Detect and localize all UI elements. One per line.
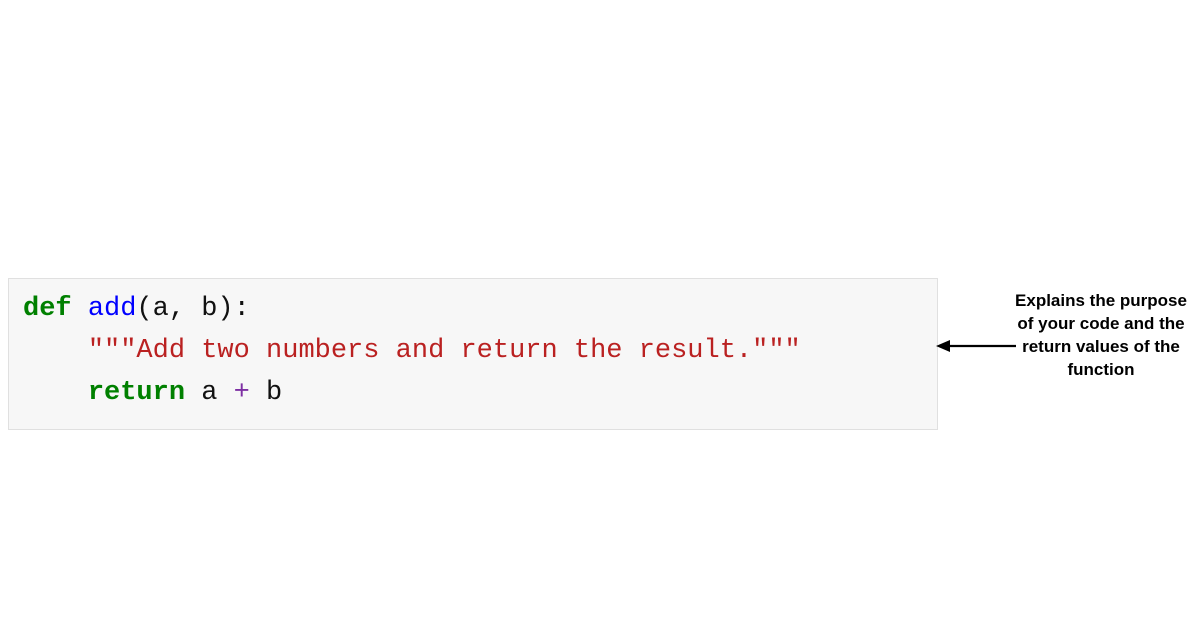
keyword-def: def [23,294,72,324]
indent [23,378,88,408]
code-line-2: """Add two numbers and return the result… [23,331,923,373]
code-line-1: def add(a, b): [23,289,923,331]
function-name: add [88,294,137,324]
arrow-icon [936,338,1016,354]
keyword-return: return [88,378,185,408]
space [185,378,201,408]
params: (a, b): [136,294,249,324]
var-b: b [250,378,282,408]
var-a: a [201,378,233,408]
operator-plus: + [234,378,250,408]
docstring: """Add two numbers and return the result… [88,336,801,366]
indent [23,336,88,366]
space [72,294,88,324]
annotation-text: Explains the purpose of your code and th… [1010,290,1192,382]
code-line-3: return a + b [23,373,923,415]
code-block: def add(a, b): """Add two numbers and re… [8,278,938,430]
